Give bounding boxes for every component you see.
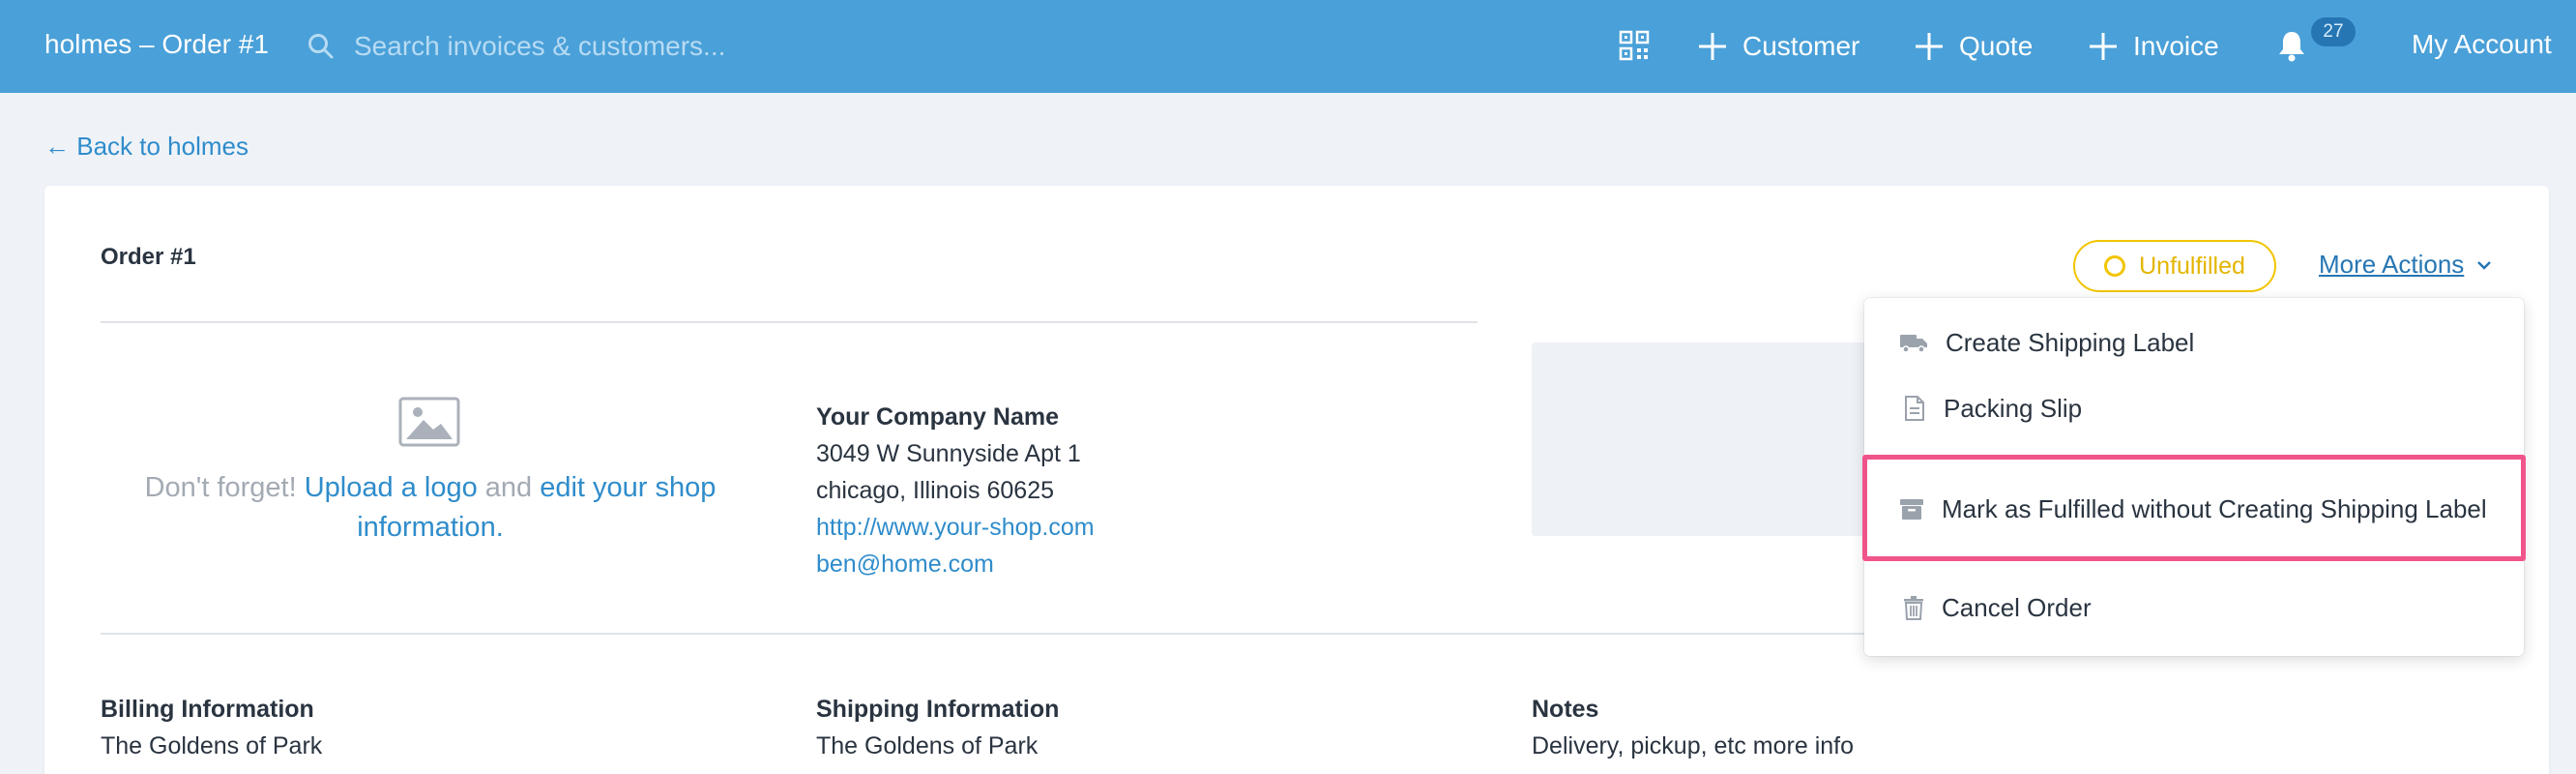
billing-heading: Billing Information <box>101 696 314 723</box>
menu-item-label: Packing Slip <box>1944 393 2083 423</box>
status-badge: Unfulfilled <box>2073 240 2276 292</box>
app-title: holmes – Order #1 <box>44 29 269 59</box>
notification-count-badge: 27 <box>2311 17 2356 46</box>
order-summary-panel <box>1532 342 1880 536</box>
company-website-link[interactable]: http://www.your-shop.com <box>816 509 1095 546</box>
image-placeholder-icon <box>398 397 460 447</box>
archive-box-icon <box>1900 499 1923 520</box>
plus-icon <box>1916 33 1943 60</box>
chevron-down-icon <box>2477 260 2492 270</box>
divider <box>101 321 1478 323</box>
menu-item-label: Cancel Order <box>1942 592 2092 622</box>
order-title: Order #1 <box>101 244 196 270</box>
bell-icon[interactable] <box>2276 29 2307 62</box>
search-icon <box>308 34 334 59</box>
truck-icon <box>1900 335 1927 353</box>
company-info: Your Company Name 3049 W Sunnyside Apt 1… <box>816 399 1095 582</box>
more-actions-button[interactable]: More Actions <box>2319 250 2493 280</box>
logo-hint-and: and <box>484 472 533 503</box>
notes-text: Delivery, pickup, etc more info <box>1532 732 1854 759</box>
new-invoice-button[interactable]: Invoice <box>2087 21 2219 72</box>
billing-info: Billing Information The Goldens of Park <box>101 691 322 764</box>
menu-item-cancel-order[interactable]: Cancel Order <box>1864 579 2524 637</box>
shipping-heading: Shipping Information <box>816 696 1060 723</box>
company-name: Your Company Name <box>816 403 1059 431</box>
top-navigation-bar: holmes – Order #1 Customer Quote Invoice… <box>0 0 2576 93</box>
notes-heading: Notes <box>1532 696 1599 723</box>
menu-item-packing-slip[interactable]: Packing Slip <box>1864 379 2524 437</box>
status-label: Unfulfilled <box>2139 252 2245 280</box>
shipping-name: The Goldens of Park <box>816 732 1039 759</box>
menu-item-create-shipping-label[interactable]: Create Shipping Label <box>1864 313 2524 372</box>
company-address-line2: chicago, Illinois 60625 <box>816 477 1054 504</box>
new-customer-button[interactable]: Customer <box>1696 21 1859 72</box>
company-email-link[interactable]: ben@home.com <box>816 546 1095 582</box>
notes-info: Notes Delivery, pickup, etc more info <box>1532 691 1854 764</box>
back-link[interactable]: ← Back to holmes <box>44 132 249 162</box>
plus-icon <box>2090 33 2117 60</box>
new-quote-button[interactable]: Quote <box>1913 21 2033 72</box>
menu-item-label: Mark as Fulfilled without Creating Shipp… <box>1942 493 2487 523</box>
new-customer-label: Customer <box>1742 31 1860 61</box>
company-address-line1: 3049 W Sunnyside Apt 1 <box>816 440 1081 467</box>
logo-hint: Don't forget! Upload a logo and edit you… <box>116 468 745 548</box>
trash-icon <box>1904 596 1923 620</box>
document-icon <box>1905 396 1924 421</box>
search-input[interactable] <box>354 23 895 70</box>
status-ring-icon <box>2104 255 2126 277</box>
more-actions-label: More Actions <box>2319 250 2465 279</box>
my-account-link[interactable]: My Account <box>2412 29 2552 60</box>
shipping-info: Shipping Information The Goldens of Park <box>816 691 1059 764</box>
billing-name: The Goldens of Park <box>101 732 323 759</box>
qr-code-icon[interactable] <box>1618 29 1651 62</box>
logo-hint-prefix: Don't forget! <box>144 472 297 503</box>
menu-item-label: Create Shipping Label <box>1946 327 2195 357</box>
menu-item-mark-fulfilled[interactable]: Mark as Fulfilled without Creating Shipp… <box>1864 480 2524 538</box>
plus-icon <box>1699 33 1726 60</box>
new-invoice-label: Invoice <box>2133 31 2219 61</box>
upload-logo-link[interactable]: Upload a logo <box>305 472 478 503</box>
new-quote-label: Quote <box>1959 31 2034 61</box>
